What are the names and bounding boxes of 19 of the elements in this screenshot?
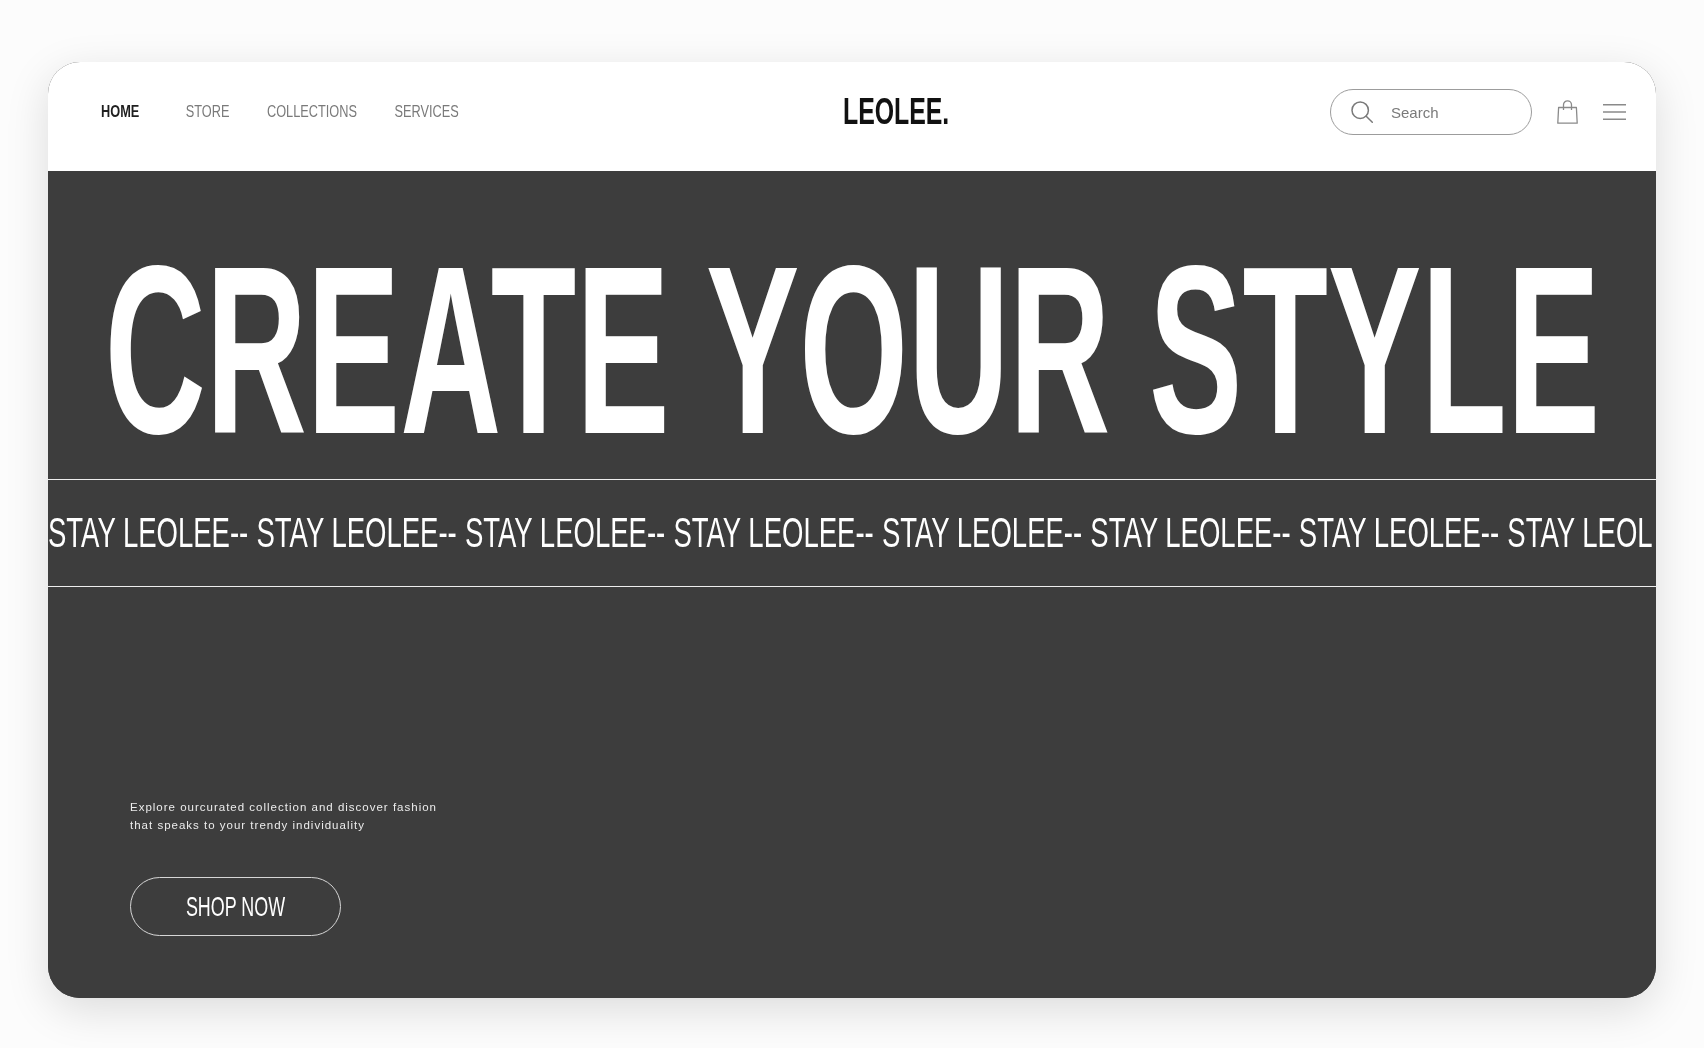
- nav-link[interactable]: COLLECTIONS: [266, 101, 357, 123]
- search-field[interactable]: Search: [1330, 89, 1532, 135]
- shopping-bag-icon[interactable]: [1557, 100, 1578, 124]
- nav-link[interactable]: STORE: [185, 101, 230, 123]
- marquee-text: STAY LEOLEE--: [673, 512, 874, 554]
- menu-icon[interactable]: [1603, 104, 1626, 120]
- search-icon: [1351, 101, 1373, 123]
- marquee-text: STAY LEOLEE--: [881, 512, 1083, 554]
- hero-description: Explore ourcurated collection and discover fashion that speaks to your trendy individuality: [130, 800, 438, 833]
- marquee-text: STAY LEOLEE--: [1090, 512, 1291, 554]
- marquee-text: STAY LEOLEE--: [48, 512, 249, 554]
- marquee-text: STAY LEOL: [1507, 512, 1653, 554]
- marquee-text: STAY LEOLEE--: [256, 512, 457, 554]
- hero-headline: CREATE YOUR STYLE: [104, 254, 1600, 446]
- marquee-text: STAY LEOLEE--: [1298, 512, 1500, 554]
- marquee-text: STAY LEOLEE--: [464, 512, 666, 554]
- nav-link[interactable]: SERVICES: [394, 101, 459, 123]
- brand-logo[interactable]: LEOLEE.: [843, 94, 950, 130]
- nav-link[interactable]: HOME: [101, 101, 140, 123]
